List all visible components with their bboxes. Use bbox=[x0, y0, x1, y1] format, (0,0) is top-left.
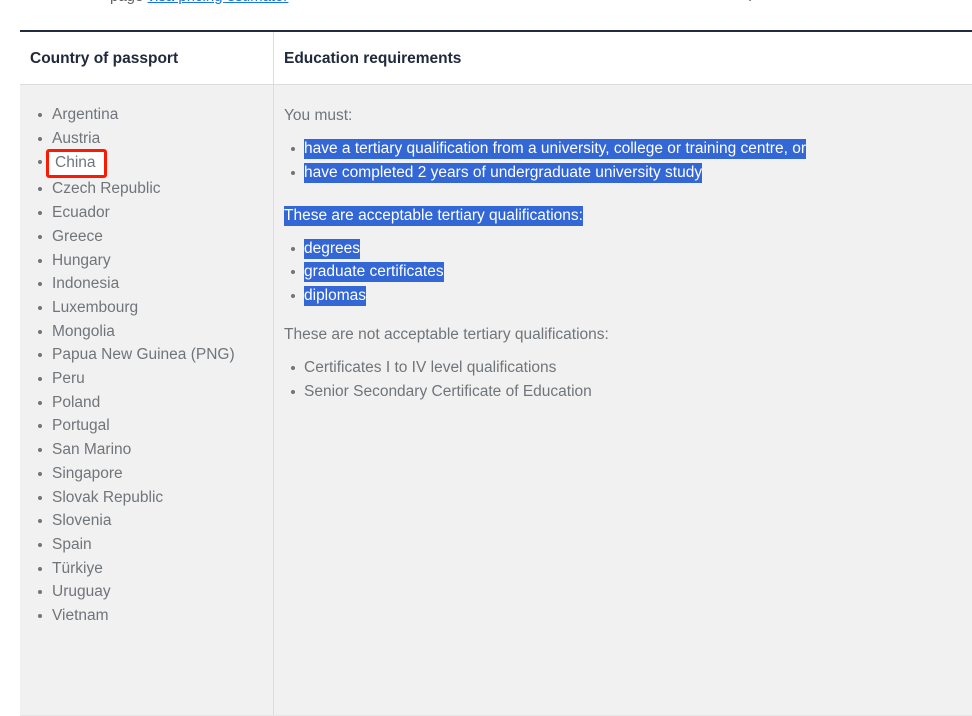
not-acceptable-qualifications-list: Certificates I to IV level qualification… bbox=[279, 356, 961, 404]
pre-table-trailing-text: . bbox=[748, 0, 752, 5]
list-item: Papua New Guinea (PNG) bbox=[52, 343, 261, 367]
list-item: Peru bbox=[52, 367, 261, 391]
column-header-education-requirements: Education requirements bbox=[274, 31, 972, 85]
list-item: Mongolia bbox=[52, 320, 261, 344]
spacer bbox=[279, 308, 961, 324]
list-item: Austria bbox=[52, 127, 261, 151]
list-item: Singapore bbox=[52, 462, 261, 486]
list-item: Vietnam bbox=[52, 604, 261, 628]
list-item: Slovenia bbox=[52, 509, 261, 533]
column-header-country-of-passport: Country of passport bbox=[20, 31, 274, 85]
list-item: Poland bbox=[52, 391, 261, 415]
acceptable-qualifications-heading-text: These are acceptable tertiary qualificat… bbox=[284, 206, 583, 226]
education-requirements-container: You must: have a tertiary qualification … bbox=[274, 85, 972, 422]
pre-table-leading-text: page bbox=[110, 0, 148, 5]
list-item: graduate certificates bbox=[304, 260, 961, 284]
list-item: San Marino bbox=[52, 438, 261, 462]
list-item: Portugal bbox=[52, 414, 261, 438]
list-item: Uruguay bbox=[52, 580, 261, 604]
list-item: have a tertiary qualification from a uni… bbox=[304, 137, 961, 161]
list-item: Senior Secondary Certificate of Educatio… bbox=[304, 380, 961, 404]
cell-education-requirements: You must: have a tertiary qualification … bbox=[274, 85, 972, 716]
must-requirements-list: have a tertiary qualification from a uni… bbox=[279, 137, 961, 185]
list-item: Greece bbox=[52, 225, 261, 249]
pre-table-sentence: page visa pricing estimator bbox=[110, 0, 288, 5]
list-item: have completed 2 years of undergraduate … bbox=[304, 161, 961, 185]
spacer bbox=[279, 185, 961, 205]
cut-off-paragraph-above-table: page visa pricing estimator . bbox=[0, 0, 972, 12]
list-item: Indonesia bbox=[52, 272, 261, 296]
highlighted-country-china[interactable]: China bbox=[46, 149, 107, 178]
list-item: Spain bbox=[52, 533, 261, 557]
country-list-container: ArgentinaAustriaChinaCzech RepublicEcuad… bbox=[20, 85, 273, 646]
list-item: Ecuador bbox=[52, 201, 261, 225]
acceptable-qualification-text: graduate certificates bbox=[304, 262, 444, 282]
list-item: degrees bbox=[304, 237, 961, 261]
cell-country-list: ArgentinaAustriaChinaCzech RepublicEcuad… bbox=[20, 85, 274, 716]
education-requirements-table: Country of passport Education requiremen… bbox=[20, 30, 972, 716]
table-header: Country of passport Education requiremen… bbox=[20, 31, 972, 85]
education-requirements-table-wrapper: Country of passport Education requiremen… bbox=[20, 30, 952, 716]
list-item: Certificates I to IV level qualification… bbox=[304, 356, 961, 380]
list-item: Hungary bbox=[52, 249, 261, 273]
must-requirement-text: have completed 2 years of undergraduate … bbox=[304, 163, 702, 183]
list-item: diplomas bbox=[304, 284, 961, 308]
list-item: Slovak Republic bbox=[52, 486, 261, 510]
table-row: ArgentinaAustriaChinaCzech RepublicEcuad… bbox=[20, 85, 972, 716]
visa-pricing-estimator-link[interactable]: visa pricing estimator bbox=[148, 0, 289, 5]
acceptable-qualification-text: degrees bbox=[304, 239, 360, 259]
table-body: ArgentinaAustriaChinaCzech RepublicEcuad… bbox=[20, 85, 972, 716]
you-must-heading: You must: bbox=[284, 105, 961, 127]
list-item: Luxembourg bbox=[52, 296, 261, 320]
country-list: ArgentinaAustriaChinaCzech RepublicEcuad… bbox=[30, 103, 261, 628]
list-item: Czech Republic bbox=[52, 177, 261, 201]
acceptable-qualification-text: diplomas bbox=[304, 286, 366, 306]
list-item: Argentina bbox=[52, 103, 261, 127]
not-acceptable-qualifications-heading: These are not acceptable tertiary qualif… bbox=[284, 324, 961, 346]
acceptable-qualifications-list: degrees graduate certificates diplomas bbox=[279, 237, 961, 308]
acceptable-qualifications-heading: These are acceptable tertiary qualificat… bbox=[284, 205, 961, 227]
must-requirement-text: have a tertiary qualification from a uni… bbox=[304, 139, 806, 159]
list-item: China bbox=[52, 150, 261, 177]
list-item: Türkiye bbox=[52, 557, 261, 581]
table-header-row: Country of passport Education requiremen… bbox=[20, 31, 972, 85]
